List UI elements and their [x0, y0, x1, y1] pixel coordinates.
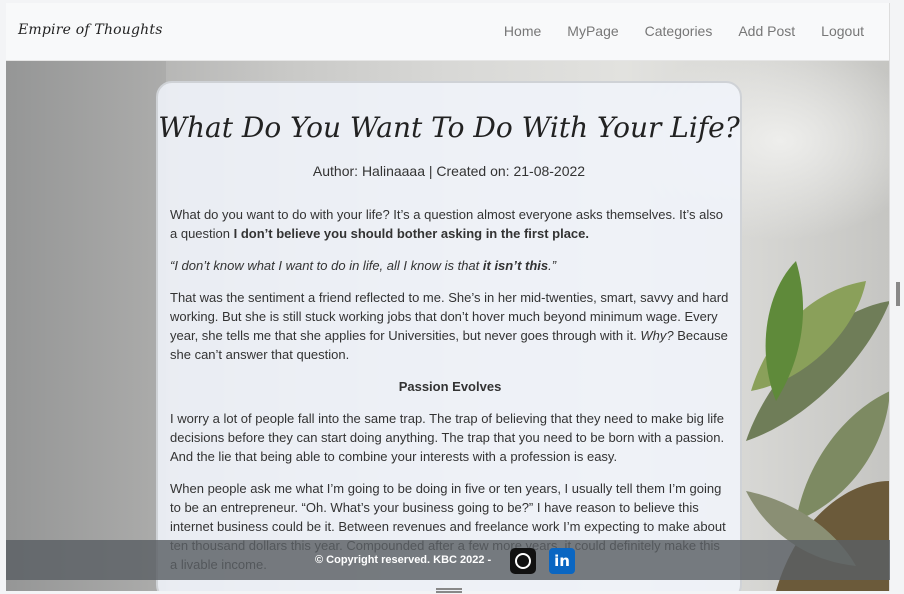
- nav-categories-link[interactable]: Categories: [645, 23, 713, 39]
- resize-handle-bottom[interactable]: [436, 588, 462, 593]
- paragraph: What do you want to do with your life? I…: [170, 207, 724, 241]
- nav-home-link[interactable]: Home: [504, 23, 541, 39]
- brand-logo[interactable]: Empire of Thoughts: [18, 22, 163, 38]
- paragraph: That was the sentiment a friend reflecte…: [170, 290, 729, 362]
- navbar: Empire of Thoughts Home MyPage Categorie…: [6, 3, 889, 61]
- linkedin-icon[interactable]: in: [549, 548, 575, 574]
- post-content: What do you want to do with your life? I…: [170, 205, 730, 587]
- nav-links: Home MyPage Categories Add Post Logout: [478, 23, 864, 39]
- browser-viewport: Empire of Thoughts Home MyPage Categorie…: [6, 3, 890, 591]
- github-icon[interactable]: [510, 548, 536, 574]
- post-title: What Do You Want To Do With Your Life?: [158, 111, 740, 144]
- nav-logout-link[interactable]: Logout: [821, 23, 864, 39]
- nav-add-post-link[interactable]: Add Post: [738, 23, 795, 39]
- post-meta: Author: Halinaaaa | Created on: 21-08-20…: [312, 163, 586, 179]
- footer: © Copyright reserved. KBC 2022 - in: [6, 540, 890, 580]
- nav-mypage-link[interactable]: MyPage: [567, 23, 618, 39]
- section-heading: Passion Evolves: [398, 379, 502, 394]
- post-card: What Do You Want To Do With Your Life? A…: [156, 81, 742, 591]
- resize-handle[interactable]: [896, 282, 900, 306]
- hero-background: What Do You Want To Do With Your Life? A…: [6, 61, 889, 591]
- copyright-text: © Copyright reserved. KBC 2022 -: [315, 554, 492, 566]
- quote: “I don’t know what I want to do in life,…: [170, 258, 557, 273]
- paragraph: I worry a lot of people fall into the sa…: [170, 411, 725, 464]
